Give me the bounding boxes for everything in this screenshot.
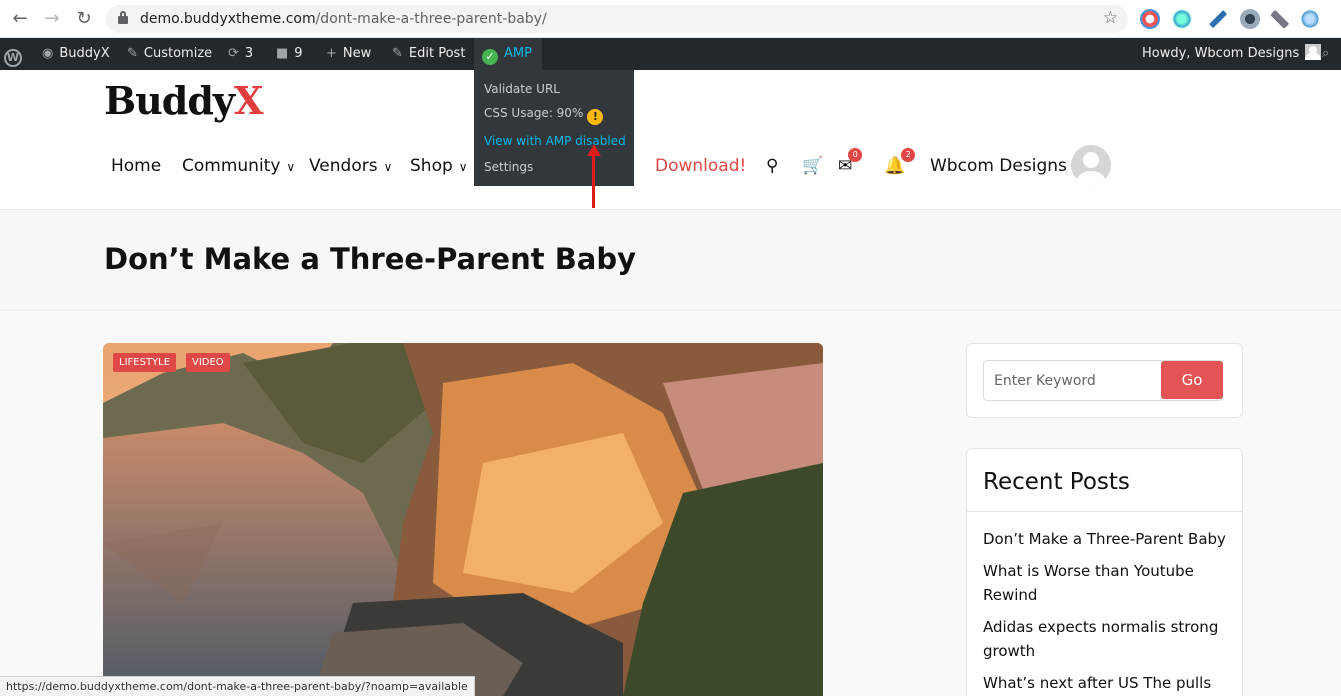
admin-site-link[interactable]: ◉ BuddyX bbox=[42, 38, 110, 70]
extension-icon[interactable] bbox=[1172, 9, 1192, 29]
user-avatar[interactable] bbox=[1071, 145, 1111, 185]
amp-css-usage[interactable]: CSS Usage: 90%! bbox=[484, 106, 604, 125]
recent-post-link[interactable]: Don’t Make a Three-Parent Baby bbox=[983, 527, 1233, 551]
nav-home[interactable]: Home bbox=[111, 156, 161, 176]
nav-community[interactable]: Community ∨ bbox=[182, 156, 295, 176]
dashboard-icon: ◉ bbox=[42, 46, 54, 61]
recent-post-link[interactable]: What’s next after US The pulls out bbox=[983, 671, 1233, 696]
search-widget: Enter Keyword Go bbox=[966, 343, 1243, 418]
header-user-name[interactable]: Wbcom Designs bbox=[930, 156, 1067, 176]
site-header: BuddyX Home Community ∨ Vendors ∨ Shop ∨ Do… bbox=[0, 70, 1341, 209]
lock-icon bbox=[118, 11, 128, 24]
nav-shop[interactable]: Shop ∨ bbox=[410, 156, 468, 176]
nav-download[interactable]: Download! bbox=[655, 156, 746, 176]
notifications-badge: 2 bbox=[901, 148, 916, 162]
category-tag-video[interactable]: VIDEO bbox=[186, 353, 230, 372]
plus-icon: + bbox=[326, 46, 337, 61]
avatar-icon bbox=[1305, 44, 1322, 60]
admin-amp-menu[interactable]: ✓ AMP bbox=[474, 38, 542, 70]
messages-badge: 0 bbox=[848, 148, 863, 162]
bookmark-star-icon[interactable]: ☆ bbox=[1103, 8, 1118, 28]
chevron-down-icon: ∨ bbox=[383, 160, 393, 174]
chevron-down-icon: ∨ bbox=[458, 160, 468, 174]
admin-updates-link[interactable]: ⟳ 3 bbox=[228, 38, 253, 70]
back-icon[interactable]: ← bbox=[8, 7, 32, 31]
warning-icon: ! bbox=[587, 109, 604, 125]
admin-customize-link[interactable]: ✎ Customize bbox=[127, 38, 212, 70]
extension-icon[interactable] bbox=[1300, 9, 1320, 29]
admin-account-menu[interactable]: Howdy, Wbcom Designs bbox=[1142, 38, 1322, 70]
site-logo[interactable]: BuddyX bbox=[104, 78, 263, 123]
wp-admin-bar: W ◉ BuddyX ✎ Customize ⟳ 3 ■ 9 + New ✎ Edit Po… bbox=[0, 38, 1341, 70]
page-title: Don’t Make a Three-Parent Baby bbox=[104, 242, 637, 276]
amp-settings[interactable]: Settings bbox=[484, 160, 533, 174]
recent-posts-widget: Recent Posts Don’t Make a Three-Parent B… bbox=[966, 448, 1243, 696]
address-bar[interactable]: demo.buddyxtheme.com/dont-make-a-three-p… bbox=[106, 5, 1128, 33]
browser-toolbar: ← → ↻ demo.buddyxtheme.com/dont-make-a-t… bbox=[0, 0, 1341, 38]
chevron-down-icon: ∨ bbox=[286, 160, 296, 174]
admin-edit-post-link[interactable]: ✎ Edit Post bbox=[392, 38, 465, 70]
forward-icon[interactable]: → bbox=[40, 7, 64, 31]
wordpress-logo-icon[interactable]: W bbox=[4, 38, 26, 70]
updates-icon: ⟳ bbox=[228, 46, 239, 61]
reload-icon[interactable]: ↻ bbox=[72, 7, 96, 31]
category-tag-lifestyle[interactable]: LIFESTYLE bbox=[113, 353, 177, 372]
pencil-icon: ✎ bbox=[392, 46, 403, 61]
browser-status-url: https://demo.buddyxtheme.com/dont-make-a… bbox=[0, 676, 475, 696]
messages-icon[interactable]: ✉ 0 bbox=[838, 148, 863, 176]
check-icon: ✓ bbox=[482, 49, 498, 65]
extension-icon[interactable] bbox=[1140, 9, 1160, 29]
page-title-band: Don’t Make a Three-Parent Baby bbox=[0, 209, 1341, 311]
recent-post-link[interactable]: What is Worse than Youtube Rewind bbox=[983, 559, 1233, 607]
url-text: demo.buddyxtheme.com/dont-make-a-three-p… bbox=[140, 11, 547, 27]
recent-post-link[interactable]: Adidas expects normalis strong growth bbox=[983, 615, 1233, 663]
search-icon[interactable]: ⚲ bbox=[766, 156, 778, 176]
amp-dropdown-menu: Validate URL CSS Usage: 90%! View with A… bbox=[474, 70, 634, 186]
comment-icon: ■ bbox=[276, 46, 289, 61]
featured-image[interactable]: LIFESTYLE VIDEO bbox=[103, 343, 823, 696]
admin-search-icon[interactable]: ⌕ bbox=[1322, 38, 1329, 70]
search-go-button[interactable]: Go bbox=[1161, 361, 1223, 399]
amp-validate-url[interactable]: Validate URL bbox=[484, 82, 560, 96]
notifications-bell-icon[interactable]: 🔔 2 bbox=[884, 148, 916, 176]
recent-posts-title: Recent Posts bbox=[983, 469, 1130, 495]
admin-comments-link[interactable]: ■ 9 bbox=[276, 38, 303, 70]
nav-vendors[interactable]: Vendors ∨ bbox=[309, 156, 392, 176]
extension-icon[interactable] bbox=[1240, 9, 1260, 29]
extension-icon[interactable] bbox=[1208, 9, 1228, 29]
brush-icon: ✎ bbox=[127, 46, 138, 61]
cart-icon[interactable]: 🛒 bbox=[802, 156, 823, 176]
extension-icon[interactable] bbox=[1270, 9, 1290, 29]
coastal-village-image bbox=[103, 343, 823, 696]
annotation-arrow-icon bbox=[587, 144, 601, 208]
admin-new-link[interactable]: + New bbox=[326, 38, 371, 70]
amp-view-disabled[interactable]: View with AMP disabled bbox=[484, 134, 626, 148]
divider bbox=[967, 511, 1242, 512]
